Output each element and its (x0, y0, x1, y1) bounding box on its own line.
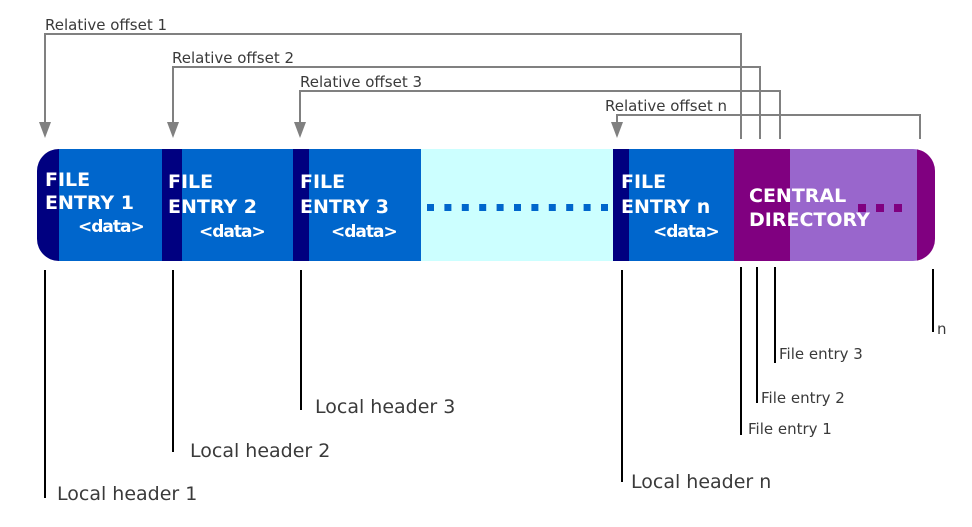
offset-label-n: Relative offset n (605, 97, 727, 115)
entry-3-line1: FILE (300, 171, 345, 193)
central-directory-line1: CENTRAL (749, 185, 846, 207)
entry-2-data: <data> (199, 222, 265, 242)
entry-1-line1: FILE (45, 169, 90, 191)
gap-dot (583, 204, 591, 211)
local-header-2-label: Local header 2 (190, 440, 330, 462)
cd-entry-3-label: File entry 3 (779, 345, 863, 363)
gap-dot (548, 204, 556, 211)
local-header-1-label: Local header 1 (57, 483, 197, 505)
cd-entry-1-label: File entry 1 (748, 420, 832, 438)
entry-3-line2: ENTRY 3 (300, 196, 389, 218)
central-directory-line2: DIRECTORY (749, 209, 870, 231)
offset-arrow-n (616, 114, 921, 139)
arrowhead-3 (294, 122, 306, 138)
local-header-ticks (44, 270, 623, 498)
central-directory-dot (876, 204, 884, 212)
central-directory-end (917, 149, 935, 261)
central-directory-dot (894, 204, 902, 212)
entry-n-line1: FILE (621, 171, 666, 193)
gap-dot (496, 204, 504, 211)
entry-1-line2: ENTRY 1 (45, 192, 134, 214)
local-header-n-label: Local header n (631, 471, 771, 493)
gap-dot (427, 204, 434, 211)
entry-2-line1: FILE (168, 171, 213, 193)
cd-entry-n-label: n (937, 320, 947, 338)
arrowhead-1 (39, 122, 51, 138)
arrowhead-2 (167, 122, 179, 138)
entry-1-data: <data> (78, 217, 144, 237)
entry-n-data: <data> (653, 222, 719, 242)
cd-entry-2-label: File entry 2 (761, 389, 845, 407)
gap-dot (514, 204, 521, 211)
offset-label-2: Relative offset 2 (172, 49, 294, 67)
gap-dot (479, 204, 487, 211)
gap-dot (531, 204, 539, 211)
arrowheads (39, 122, 623, 138)
gap-dot (566, 204, 574, 211)
zip-structure-diagram: Relative offset 1 Relative offset 2 Rela… (37, 16, 947, 505)
gap-dot (444, 204, 452, 211)
entry-2-line2: ENTRY 2 (168, 196, 257, 218)
gap-dot (461, 204, 469, 211)
entry-n-line2: ENTRY n (621, 196, 710, 218)
arrowhead-n (611, 122, 623, 138)
local-header-3-label: Local header 3 (315, 396, 455, 418)
gap-dot (601, 204, 608, 211)
offset-label-3: Relative offset 3 (300, 73, 422, 91)
entry-3-data: <data> (331, 222, 397, 242)
offset-label-1: Relative offset 1 (45, 16, 167, 34)
